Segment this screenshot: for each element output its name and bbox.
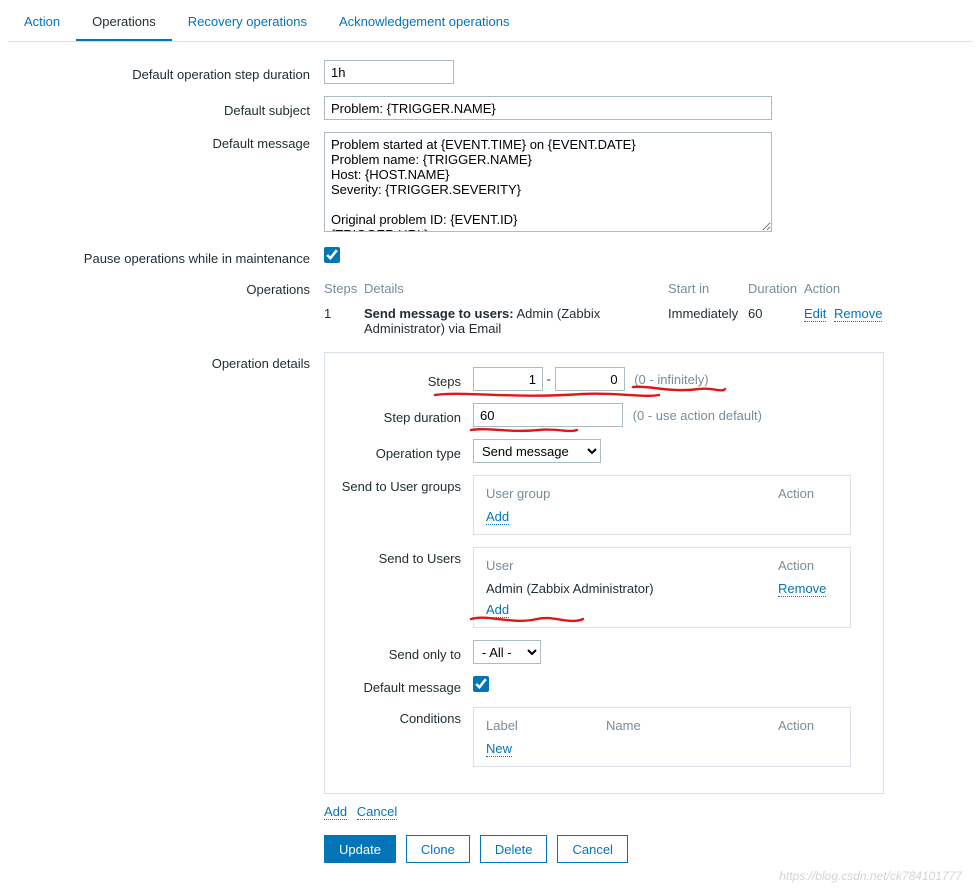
update-button[interactable]: Update bbox=[324, 835, 396, 863]
ops-row-duration: 60 bbox=[748, 306, 804, 336]
ops-header-duration: Duration bbox=[748, 281, 804, 296]
ops-row-startin: Immediately bbox=[668, 306, 748, 336]
cond-header-label: Label bbox=[486, 718, 606, 733]
ops-row-step: 1 bbox=[324, 306, 364, 336]
cond-header-name: Name bbox=[606, 718, 778, 733]
tab-ack[interactable]: Acknowledgement operations bbox=[323, 4, 526, 41]
operations-table: Steps Details Start in Duration Action 1… bbox=[324, 278, 884, 340]
tab-operations[interactable]: Operations bbox=[76, 4, 172, 41]
input-default-subject[interactable] bbox=[324, 96, 772, 120]
d-conditions-label: Conditions bbox=[341, 707, 473, 726]
ops-header-details: Details bbox=[364, 281, 668, 296]
ops-header-action: Action bbox=[804, 281, 884, 296]
tab-recovery[interactable]: Recovery operations bbox=[172, 4, 323, 41]
op-add-link[interactable]: Add bbox=[324, 804, 347, 820]
annotation-redline-icon bbox=[467, 611, 587, 629]
op-cancel-link[interactable]: Cancel bbox=[357, 804, 397, 820]
d-defaultmsg-label: Default message bbox=[341, 676, 473, 695]
label-operations: Operations bbox=[8, 278, 324, 297]
ops-row-details: Send message to users: Admin (Zabbix Adm… bbox=[364, 306, 668, 336]
textarea-default-message[interactable] bbox=[324, 132, 772, 232]
tab-bar: Action Operations Recovery operations Ac… bbox=[8, 4, 972, 42]
label-pause-maintenance: Pause operations while in maintenance bbox=[8, 247, 324, 266]
ops-edit-link[interactable]: Edit bbox=[804, 306, 826, 322]
checkbox-default-message[interactable] bbox=[473, 676, 489, 692]
ops-header-startin: Start in bbox=[668, 281, 748, 296]
d-optype-label: Operation type bbox=[341, 442, 473, 461]
delete-button[interactable]: Delete bbox=[480, 835, 548, 863]
input-steps-from[interactable] bbox=[473, 367, 543, 391]
ug-add-link[interactable]: Add bbox=[486, 509, 509, 525]
label-default-step-duration: Default operation step duration bbox=[8, 63, 324, 82]
ug-header-usergroup: User group bbox=[486, 486, 778, 501]
u-header-action: Action bbox=[778, 558, 838, 573]
ops-remove-link[interactable]: Remove bbox=[834, 306, 882, 322]
ops-row: 1 Send message to users: Admin (Zabbix A… bbox=[324, 302, 884, 340]
ops-header: Steps Details Start in Duration Action bbox=[324, 278, 884, 302]
u-header-user: User bbox=[486, 558, 778, 573]
cancel-button[interactable]: Cancel bbox=[557, 835, 627, 863]
d-send-groups-label: Send to User groups bbox=[341, 475, 473, 494]
u-remove-link[interactable]: Remove bbox=[778, 581, 826, 597]
cond-new-link[interactable]: New bbox=[486, 741, 512, 757]
label-default-subject: Default subject bbox=[8, 99, 324, 118]
select-send-only-to[interactable]: - All - bbox=[473, 640, 541, 664]
d-send-users-label: Send to Users bbox=[341, 547, 473, 566]
operation-details-box: Steps - (0 - infinitely) bbox=[324, 352, 884, 794]
d-steps-label: Steps bbox=[341, 370, 473, 389]
checkbox-pause-maintenance[interactable] bbox=[324, 247, 340, 263]
label-operation-details: Operation details bbox=[8, 352, 324, 371]
conditions-box: Label Name Action New bbox=[473, 707, 851, 767]
annotation-redline-icon bbox=[469, 425, 579, 437]
input-step-duration[interactable] bbox=[473, 403, 623, 427]
u-row-user: Admin (Zabbix Administrator) bbox=[486, 581, 778, 596]
label-default-message: Default message bbox=[8, 132, 324, 151]
ug-header-action: Action bbox=[778, 486, 838, 501]
annotation-redline-icon bbox=[629, 383, 729, 399]
input-default-step-duration[interactable] bbox=[324, 60, 454, 84]
cond-header-action: Action bbox=[778, 718, 838, 733]
clone-button[interactable]: Clone bbox=[406, 835, 470, 863]
ops-header-steps: Steps bbox=[324, 281, 364, 296]
watermark-text: https://blog.csdn.net/ck784101777 bbox=[779, 869, 962, 883]
user-groups-box: User group Action Add bbox=[473, 475, 851, 535]
input-steps-to[interactable] bbox=[555, 367, 625, 391]
select-operation-type[interactable]: Send message bbox=[473, 439, 601, 463]
d-step-duration-label: Step duration bbox=[341, 406, 473, 425]
tab-action[interactable]: Action bbox=[8, 4, 76, 41]
d-sendonly-label: Send only to bbox=[341, 643, 473, 662]
step-duration-hint: (0 - use action default) bbox=[633, 408, 762, 423]
ops-row-details-prefix: Send message to users: bbox=[364, 306, 514, 321]
